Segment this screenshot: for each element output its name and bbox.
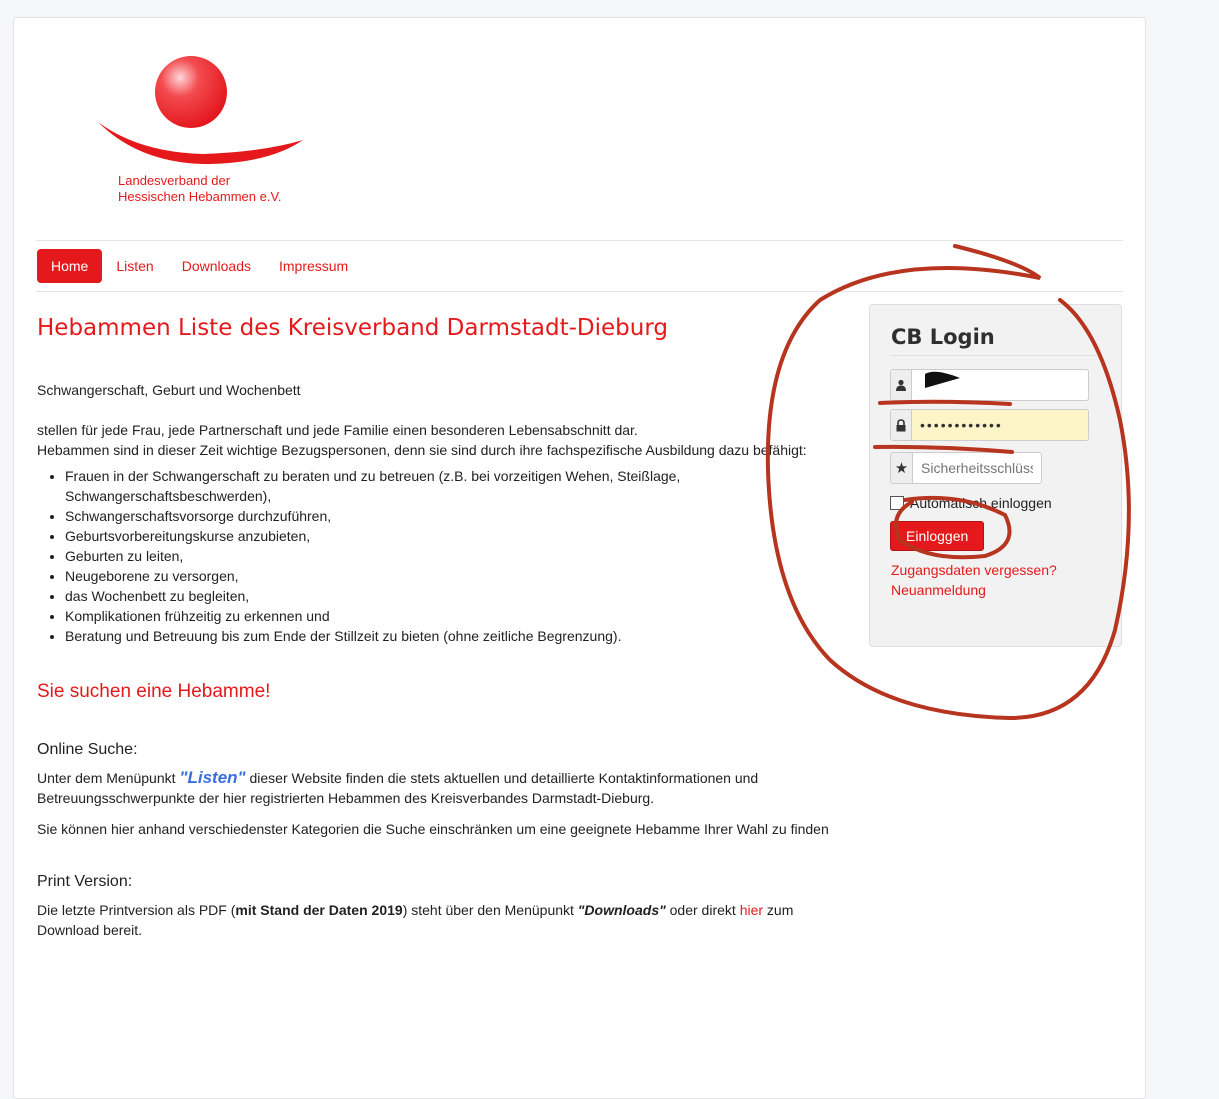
online-heading: Online Suche:	[37, 741, 138, 758]
user-icon	[891, 370, 912, 400]
logo-text: Landesverband der Hessischen Hebammen e.…	[118, 173, 282, 205]
login-panel: CB Login ★ Automatisch einloggen Einlogg…	[869, 304, 1122, 647]
intro-text: Schwangerschaft, Geburt und Wochenbett	[37, 382, 301, 398]
print-heading: Print Version:	[37, 873, 133, 890]
section-title: Sie suchen eine Hebamme!	[37, 681, 271, 702]
divider-top	[36, 240, 1123, 241]
register-link[interactable]: Neuanmeldung	[891, 582, 986, 598]
print-bold: mit Stand der Daten 2019	[235, 902, 403, 918]
nav-item-impressum[interactable]: Impressum	[265, 249, 362, 283]
page-title: Hebammen Liste des Kreisverband Darmstad…	[37, 315, 669, 341]
print-text: Die letzte Printversion als PDF (mit Sta…	[37, 900, 847, 940]
para-line-2: Hebammen sind in dieser Zeit wichtige Be…	[37, 442, 807, 458]
login-button[interactable]: Einloggen	[890, 521, 985, 551]
username-input[interactable]	[912, 370, 1088, 400]
online-text-2: Sie können hier anhand verschiedenster K…	[37, 821, 829, 837]
remember-me[interactable]: Automatisch einloggen	[890, 495, 1052, 511]
logo-line-1: Landesverband der	[118, 173, 231, 188]
list-item: Komplikationen frühzeitig zu erkennen un…	[65, 606, 847, 626]
list-item: Geburten zu leiten,	[65, 546, 847, 566]
security-key-input[interactable]	[913, 453, 1041, 483]
list-item: Neugeborene zu versorgen,	[65, 566, 847, 586]
remember-label: Automatisch einloggen	[910, 495, 1052, 511]
list-item: Frauen in der Schwangerschaft zu beraten…	[65, 466, 847, 506]
password-input[interactable]	[912, 410, 1088, 440]
remember-checkbox[interactable]	[890, 496, 904, 510]
online-text: Unter dem Menüpunkt "Listen" dieser Webs…	[37, 768, 847, 808]
nav-item-listen[interactable]: Listen	[102, 249, 167, 283]
tasks-list: Frauen in der Schwangerschaft zu beraten…	[37, 466, 847, 646]
nav-item-downloads[interactable]: Downloads	[168, 249, 265, 283]
list-item: Schwangerschaftsvorsorge durchzuführen,	[65, 506, 847, 526]
list-item: das Wochenbett zu begleiten,	[65, 586, 847, 606]
nav-item-home[interactable]: Home	[37, 249, 103, 283]
list-item: Beratung und Betreuung bis zum Ende der …	[65, 626, 847, 646]
username-field	[890, 369, 1089, 401]
intro-paragraph: stellen für jede Frau, jede Partnerschaf…	[37, 420, 847, 460]
page-container: Landesverband der Hessischen Hebammen e.…	[13, 17, 1146, 1099]
print-text-3: oder direkt	[665, 902, 740, 918]
online-text-before: Unter dem Menüpunkt	[37, 770, 180, 786]
divider-bottom	[36, 291, 1123, 292]
star-icon: ★	[891, 453, 913, 483]
main-content: Hebammen Liste des Kreisverband Darmstad…	[37, 315, 847, 951]
main-nav: Home Listen Downloads Impressum	[37, 249, 362, 283]
logo-line-2: Hessischen Hebammen e.V.	[118, 189, 282, 204]
listen-link[interactable]: "Listen"	[179, 768, 245, 787]
lock-icon	[891, 410, 912, 440]
print-text-2: ) steht über den Menüpunkt	[402, 902, 578, 918]
para-line-1: stellen für jede Frau, jede Partnerschaf…	[37, 422, 638, 438]
downloads-ref: "Downloads"	[577, 902, 666, 918]
login-title: CB Login	[891, 325, 1098, 356]
hier-link[interactable]: hier	[740, 902, 763, 918]
password-field	[890, 409, 1089, 441]
print-text-1: Die letzte Printversion als PDF (	[37, 902, 236, 918]
list-item: Geburtsvorbereitungskurse anzubieten,	[65, 526, 847, 546]
forgot-link[interactable]: Zugangsdaten vergessen?	[891, 562, 1057, 578]
security-key-field: ★	[890, 452, 1042, 484]
